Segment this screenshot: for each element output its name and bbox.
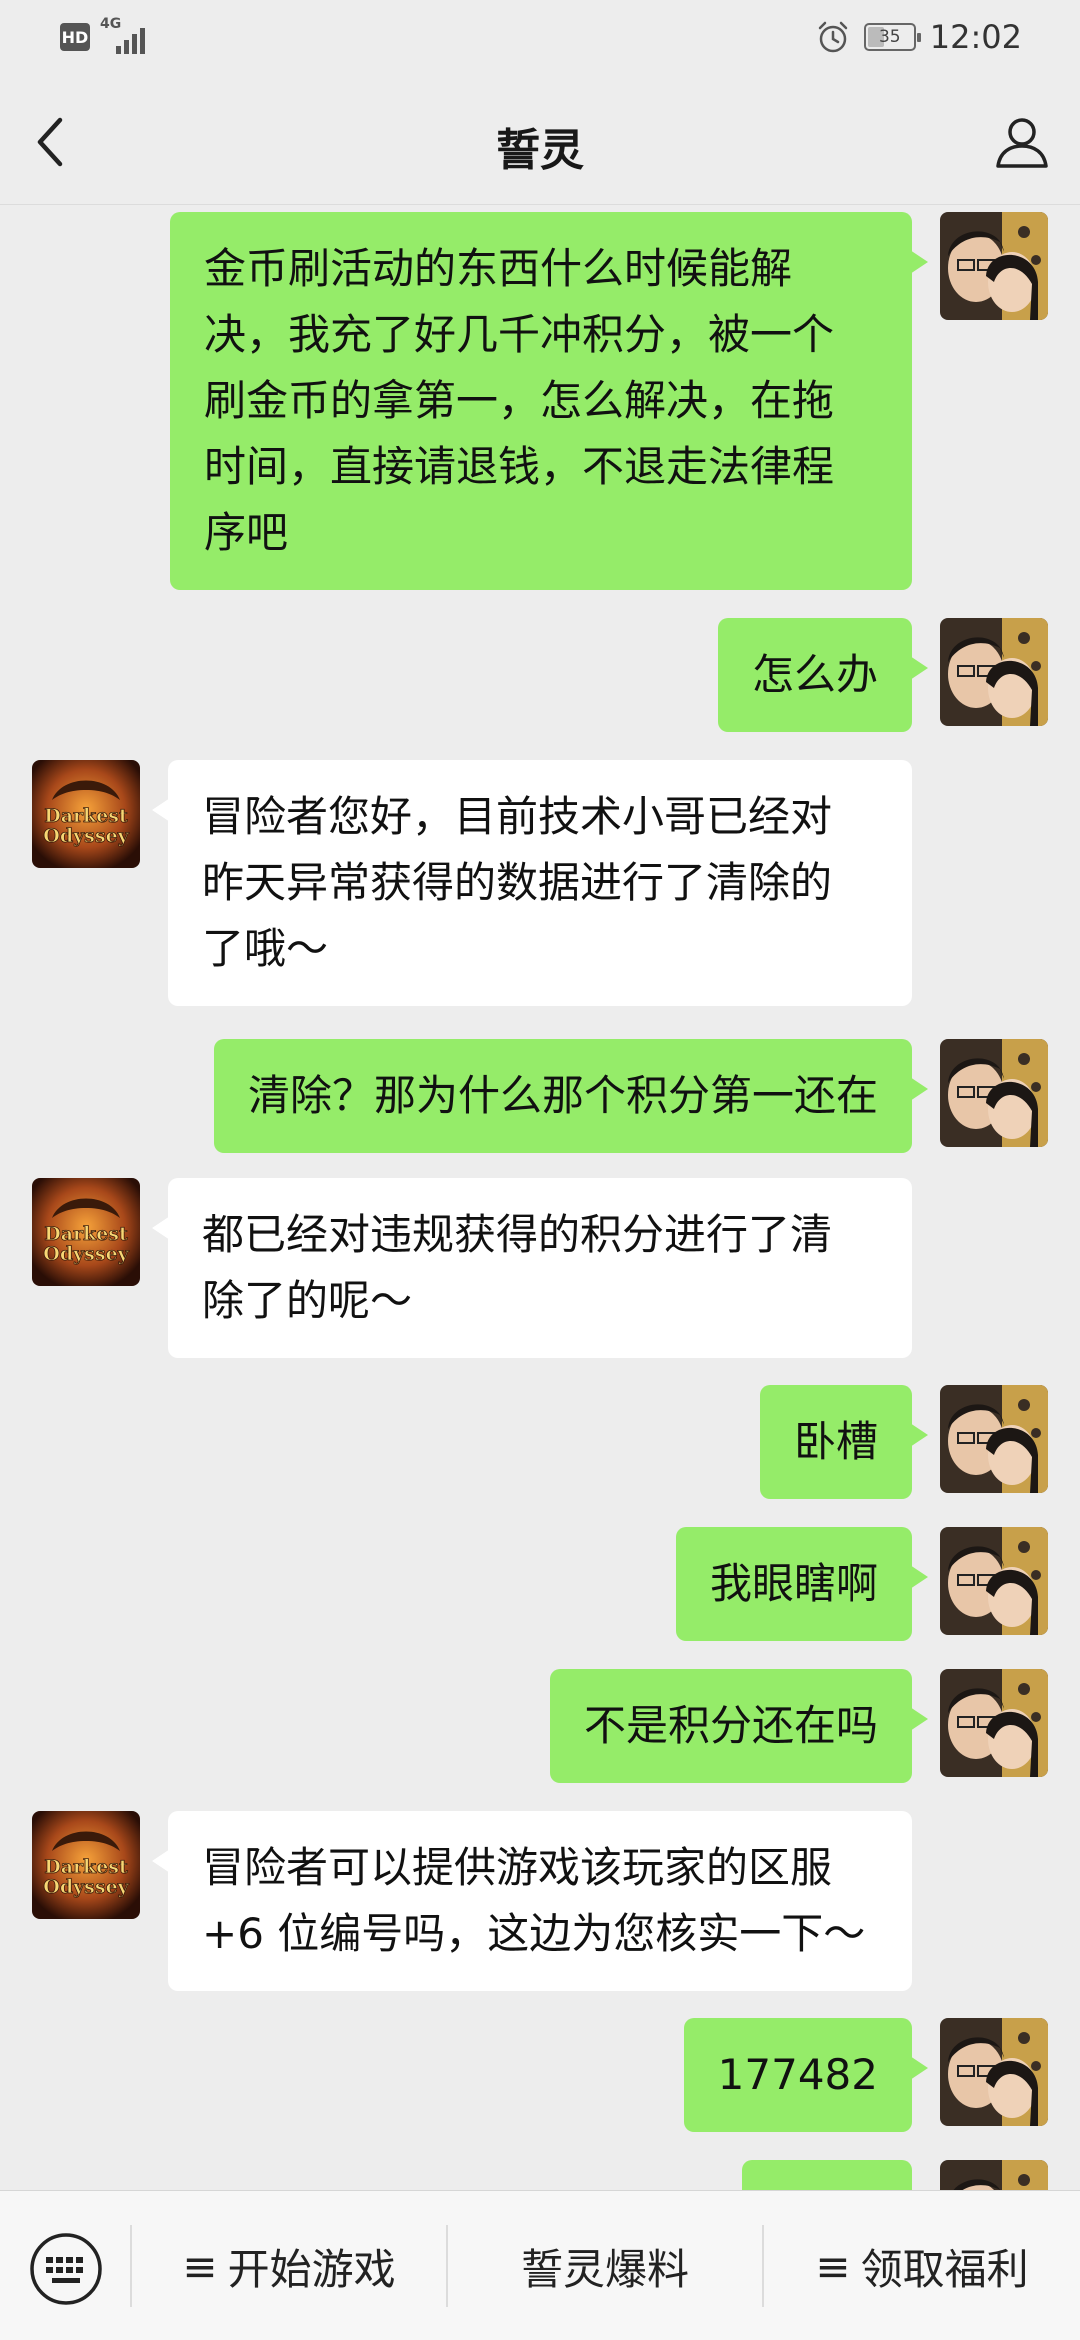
bottom-menu-bar: ≡ 开始游戏 誓灵爆料 ≡ 领取福利: [0, 2190, 1080, 2340]
battery-level: 35: [878, 27, 901, 47]
person-icon[interactable]: [992, 112, 1052, 172]
user-avatar[interactable]: [940, 1527, 1048, 1635]
menu-item-label: 誓灵爆料: [520, 2244, 689, 2294]
received-message-bubble[interactable]: 冒险者可以提供游戏该玩家的区服 +6 位编号吗，这边为您核实一下～: [152, 1811, 912, 1991]
sent-message-bubble[interactable]: 金币刷活动的东西什么时候能解 决，我充了好几千冲积分，被一个 刷金币的拿第一，怎…: [170, 212, 928, 590]
menu-list-icon: ≡: [815, 2241, 851, 2291]
user-avatar[interactable]: [940, 2160, 1048, 2190]
darkest-odyssey-logo-icon: Darkest Odyssey: [32, 760, 140, 868]
user-avatar[interactable]: [940, 1385, 1048, 1493]
user-photo-icon: [940, 618, 1048, 726]
sent-message-bubble[interactable]: 卧槽: [759, 1385, 929, 1499]
logo-line1: Darkest: [44, 1223, 128, 1245]
menu-news[interactable]: 誓灵爆料: [448, 2191, 762, 2340]
logo-line1: Darkest: [44, 1856, 128, 1878]
signal-bars: [116, 28, 145, 54]
game-account-avatar[interactable]: Darkest Odyssey: [32, 760, 140, 868]
game-account-avatar[interactable]: Darkest Odyssey: [32, 1811, 140, 1919]
status-left: HD 4G: [60, 16, 162, 54]
menu-list-icon: ≡: [182, 2241, 218, 2291]
hd-badge: HD: [60, 23, 90, 51]
logo-line2: Odyssey: [43, 1243, 129, 1265]
user-photo-icon: [940, 212, 1048, 320]
received-message-bubble[interactable]: 冒险者您好，目前技术小哥已经对 昨天异常获得的数据进行了清除的 了哦～: [152, 760, 912, 1006]
user-avatar[interactable]: [940, 618, 1048, 726]
signal-icon: 4G: [100, 16, 162, 54]
user-avatar[interactable]: [940, 212, 1048, 320]
chat-screen: HD 4G 35 12:02 誓灵 金币刷活动的东西什么时候能解 决，我充了好几…: [0, 0, 1080, 2340]
user-avatar[interactable]: [940, 2018, 1048, 2126]
user-avatar[interactable]: [940, 1669, 1048, 1777]
logo-line2: Odyssey: [43, 825, 129, 847]
logo-line1: Darkest: [44, 805, 128, 827]
keyboard-icon[interactable]: [28, 2231, 104, 2307]
sent-message-bubble[interactable]: 不是积分还在吗: [549, 1669, 929, 1783]
chat-title: 誓灵: [496, 125, 584, 176]
message-list[interactable]: 金币刷活动的东西什么时候能解 决，我充了好几千冲积分，被一个 刷金币的拿第一，怎…: [0, 205, 1080, 2190]
chat-header: 誓灵: [0, 78, 1080, 205]
menu-start-game[interactable]: ≡ 开始游戏: [132, 2191, 446, 2340]
menu-claim-rewards[interactable]: ≡ 领取福利: [764, 2191, 1080, 2340]
battery-icon: 35: [863, 23, 921, 51]
darkest-odyssey-logo-icon: Darkest Odyssey: [32, 1811, 140, 1919]
sent-message-bubble[interactable]: [742, 2160, 912, 2190]
darkest-odyssey-logo-icon: Darkest Odyssey: [32, 1178, 140, 1286]
user-photo-icon: [940, 2018, 1048, 2126]
menu-item-label: 领取福利: [860, 2244, 1029, 2294]
menu-item-label: 开始游戏: [227, 2244, 396, 2294]
sent-message-bubble[interactable]: 我眼瞎啊: [675, 1527, 929, 1641]
user-photo-icon: [940, 1527, 1048, 1635]
user-photo-icon: [940, 1039, 1048, 1147]
sent-message-bubble[interactable]: 怎么办: [717, 618, 929, 732]
sent-message-bubble[interactable]: 177482: [683, 2018, 929, 2132]
received-message-bubble[interactable]: 都已经对违规获得的积分进行了清 除了的呢～: [152, 1178, 912, 1358]
game-account-avatar[interactable]: Darkest Odyssey: [32, 1178, 140, 1286]
user-avatar[interactable]: [940, 1039, 1048, 1147]
alarm-clock-icon: [818, 21, 848, 53]
sent-message-bubble[interactable]: 清除？那为什么那个积分第一还在: [213, 1039, 929, 1153]
status-right: 35 12:02: [816, 18, 1022, 56]
user-photo-icon: [940, 2160, 1048, 2190]
user-photo-icon: [940, 1669, 1048, 1777]
status-bar: HD 4G 35 12:02: [0, 0, 1080, 78]
logo-line2: Odyssey: [43, 1876, 129, 1898]
user-photo-icon: [940, 1385, 1048, 1493]
clock-time: 12:02: [929, 18, 1022, 56]
